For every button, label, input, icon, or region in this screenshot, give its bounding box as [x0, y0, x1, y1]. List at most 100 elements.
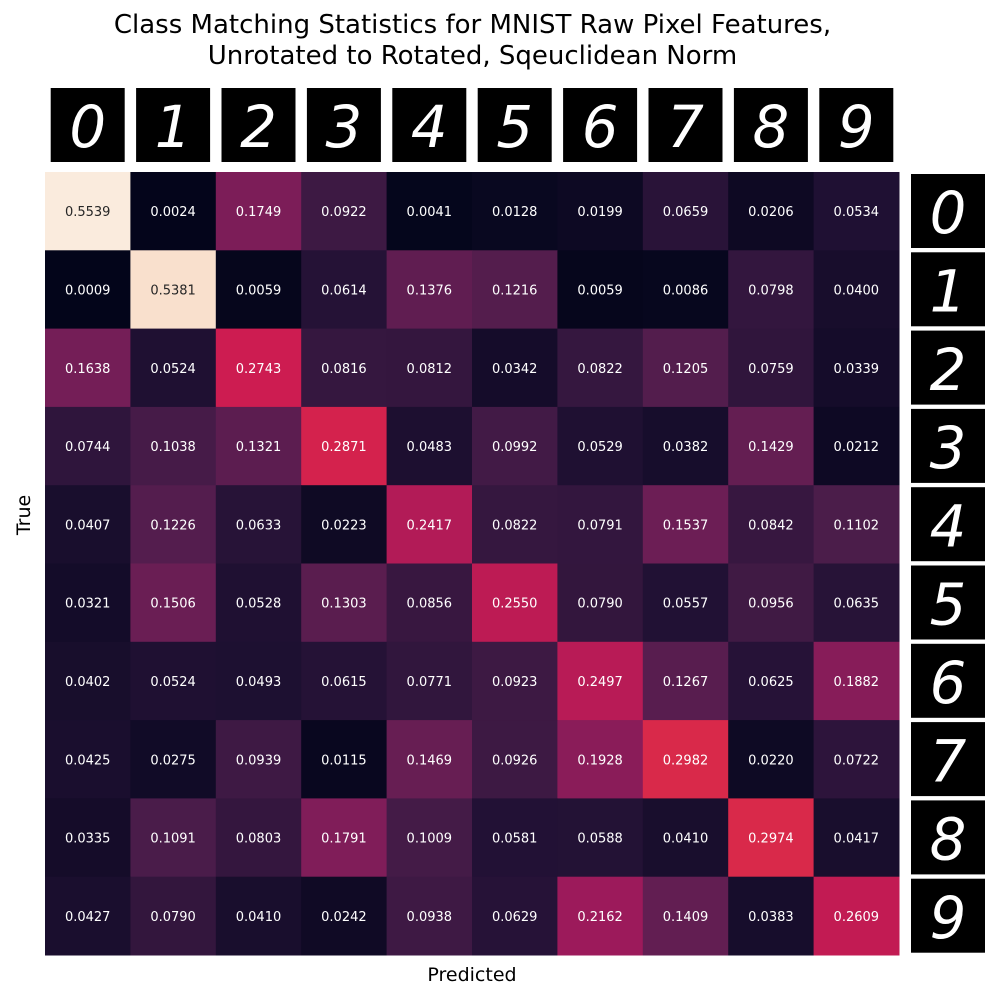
- cell-value-label: 0.1638: [65, 362, 111, 377]
- heatmap-cell: 0.1303: [301, 563, 388, 643]
- heatmap-cell: 0.0722: [813, 720, 900, 799]
- cell-value-label: 0.1303: [321, 597, 367, 612]
- cell-value-label: 0.0822: [492, 518, 538, 533]
- y-tick-digit-image: 8: [911, 800, 985, 875]
- y-tick-digit-image: 0: [911, 174, 985, 248]
- heatmap-cell: 0.0926: [472, 720, 558, 799]
- cell-value-label: 0.0842: [748, 518, 794, 533]
- heatmap-cell: 0.0744: [45, 406, 131, 486]
- heatmap-cell: 0.0128: [472, 172, 558, 251]
- heatmap-cell: 0.2162: [557, 876, 644, 956]
- digit-image-glyph: 7: [667, 93, 704, 161]
- heatmap-cell: 0.0956: [728, 563, 815, 643]
- heatmap-cell: 0.1226: [130, 485, 217, 564]
- digit-image-glyph: 7: [930, 727, 967, 795]
- heatmap-cell: 0.1749: [215, 172, 302, 251]
- digit-image-glyph: 9: [838, 93, 875, 161]
- cell-value-label: 0.2550: [492, 597, 538, 612]
- x-tick-digit-image: 1: [136, 88, 211, 162]
- cell-value-label: 0.0382: [663, 440, 709, 455]
- cell-value-label: 0.0798: [748, 283, 794, 298]
- cell-value-label: 0.0856: [407, 597, 453, 612]
- heatmap-chart: 0.5539 0.0024 0.1749 0.0922 0.0041 0.0128 0.01…: [13, 88, 985, 986]
- heatmap-cell: 0.0220: [728, 720, 815, 799]
- cell-value-label: 0.0803: [236, 832, 282, 847]
- heatmap-cell: 0.0992: [472, 406, 558, 486]
- cell-value-label: 0.1749: [236, 205, 282, 220]
- digit-image-glyph: 6: [582, 93, 619, 161]
- heatmap-cell: 0.1882: [813, 641, 900, 721]
- cell-value-label: 0.0383: [748, 910, 794, 925]
- cell-value-label: 0.0342: [492, 362, 538, 377]
- cell-value-label: 0.1882: [834, 675, 880, 690]
- y-tick-digit-image: 3: [911, 408, 985, 483]
- digit-image-glyph: 3: [326, 93, 363, 161]
- cell-value-label: 0.0321: [65, 597, 111, 612]
- heatmap-cell: 0.1469: [386, 720, 473, 799]
- cell-value-label: 0.0816: [321, 362, 367, 377]
- cell-value-label: 0.0242: [321, 910, 367, 925]
- heatmap-cell: 0.0790: [557, 563, 644, 643]
- heatmap-cell: 0.0635: [813, 563, 900, 643]
- cell-value-label: 0.0407: [65, 518, 111, 533]
- cell-value-label: 0.1928: [577, 753, 623, 768]
- y-tick-digit-image: 2: [911, 330, 985, 405]
- y-tick-digit-image: 9: [911, 878, 985, 953]
- cell-value-label: 0.1429: [748, 440, 794, 455]
- cell-value-label: 0.0524: [150, 675, 196, 690]
- cell-value-label: 0.0744: [65, 440, 111, 455]
- heatmap-cell: 0.0614: [301, 250, 388, 330]
- cell-value-label: 0.1537: [663, 518, 709, 533]
- heatmap-cell: 0.2974: [728, 798, 815, 878]
- x-axis-label: Predicted: [427, 964, 516, 986]
- heatmap-cell: 0.1928: [557, 720, 644, 799]
- heatmap-cell: 0.1216: [472, 250, 558, 330]
- heatmap-cells: 0.5539 0.0024 0.1749 0.0922 0.0041 0.0128 0.01…: [45, 172, 900, 956]
- cell-value-label: 0.0722: [834, 753, 880, 768]
- heatmap-cell: 0.0659: [642, 172, 729, 251]
- cell-value-label: 0.1267: [663, 675, 709, 690]
- cell-value-label: 0.0790: [150, 910, 196, 925]
- heatmap-cell: 0.0335: [45, 798, 131, 878]
- cell-value-label: 0.0086: [663, 283, 709, 298]
- heatmap-cell: 0.0842: [728, 485, 815, 564]
- cell-value-label: 0.1216: [492, 283, 538, 298]
- cell-value-label: 0.1321: [236, 440, 282, 455]
- cell-value-label: 0.0629: [492, 910, 538, 925]
- cell-value-label: 0.2497: [577, 675, 623, 690]
- cell-value-label: 0.0483: [407, 440, 453, 455]
- cell-value-label: 0.0659: [663, 205, 709, 220]
- cell-value-label: 0.2162: [577, 910, 623, 925]
- cell-value-label: 0.0223: [321, 518, 367, 533]
- digit-image-glyph: 2: [930, 336, 967, 404]
- heatmap-cell: 0.0812: [386, 328, 473, 408]
- heatmap-cell: 0.0212: [813, 406, 900, 486]
- heatmap-cell: 0.1267: [642, 641, 729, 721]
- heatmap-cell: 0.1091: [130, 798, 217, 878]
- cell-value-label: 0.0822: [577, 362, 623, 377]
- cell-value-label: 0.0633: [236, 518, 282, 533]
- heatmap-cell: 0.0629: [472, 876, 558, 956]
- cell-value-label: 0.0635: [834, 597, 880, 612]
- heatmap-cell: 0.0024: [130, 172, 217, 251]
- digit-image-glyph: 0: [69, 93, 106, 161]
- cell-value-label: 0.0922: [321, 205, 367, 220]
- heatmap-cell: 0.0410: [642, 798, 729, 878]
- digit-image-glyph: 6: [930, 649, 967, 717]
- heatmap-cell: 0.0923: [472, 641, 558, 721]
- cell-value-label: 0.1226: [150, 518, 196, 533]
- heatmap-cell: 0.0922: [301, 172, 388, 251]
- digit-image-glyph: 3: [930, 414, 967, 482]
- cell-value-label: 0.1409: [663, 910, 709, 925]
- y-tick-digit-image: 4: [911, 487, 985, 562]
- y-tick-images: 0 1 2 3 4 5 6 7 8 9: [911, 174, 985, 953]
- heatmap-cell: 0.0400: [813, 250, 900, 330]
- heatmap-cell: 0.0339: [813, 328, 900, 408]
- heatmap-cell: 0.0059: [557, 250, 644, 330]
- cell-value-label: 0.1102: [834, 518, 880, 533]
- heatmap-cell: 0.0790: [130, 876, 217, 956]
- heatmap-cell: 0.0402: [45, 641, 131, 721]
- cell-value-label: 0.0024: [150, 205, 196, 220]
- y-tick-digit-image: 1: [911, 252, 985, 327]
- cell-value-label: 0.1506: [150, 597, 196, 612]
